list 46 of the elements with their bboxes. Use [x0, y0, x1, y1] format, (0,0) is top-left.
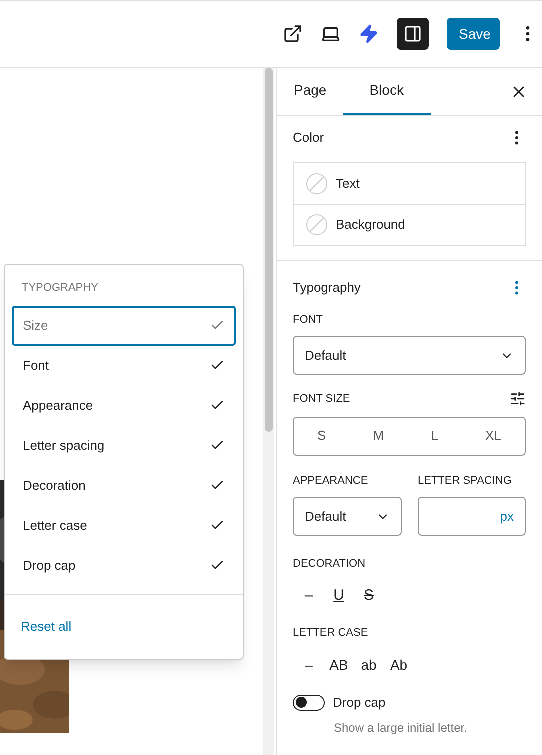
letter-spacing-field[interactable]: px — [418, 497, 526, 536]
no-color-swatch-icon — [306, 172, 328, 194]
lightning-icon[interactable] — [359, 24, 379, 44]
letter-case-option[interactable]: ab — [355, 651, 383, 679]
no-color-swatch-icon — [306, 214, 328, 236]
sidebar-tab[interactable]: Block — [342, 68, 431, 115]
menu-heading: TYPOGRAPHY — [22, 281, 100, 296]
sidebar-tab[interactable]: Page — [278, 68, 343, 115]
field-label: FONT — [293, 312, 324, 328]
color-option[interactable]: Background — [294, 204, 525, 245]
preset-button[interactable]: S — [318, 426, 326, 446]
help-text: Show a large initial letter. — [334, 720, 468, 736]
letter-case-option[interactable]: – — [295, 651, 323, 679]
sidebar-toggle-button[interactable] — [397, 18, 429, 50]
decoration-option[interactable]: U — [325, 582, 353, 610]
external-link-icon[interactable] — [283, 24, 303, 44]
save-button[interactable]: Save — [447, 18, 500, 50]
menu-item[interactable]: Decoration — [12, 466, 236, 506]
menu-item[interactable]: Font — [12, 346, 236, 386]
field-label: LETTER SPACING — [418, 474, 513, 488]
custom-size-icon[interactable] — [510, 391, 526, 408]
appearance-select[interactable]: Default — [293, 497, 402, 536]
reset-all-link[interactable]: Reset all — [21, 616, 72, 636]
decoration-option[interactable]: S — [355, 582, 383, 610]
font-select[interactable]: Default — [293, 336, 526, 375]
preset-button[interactable]: XL — [486, 426, 502, 446]
color-option[interactable]: Text — [294, 163, 525, 204]
field-label: DECORATION — [293, 557, 367, 572]
field-label: FONT SIZE — [293, 392, 350, 407]
menu-item[interactable]: Letter spacing — [12, 426, 236, 466]
letter-case-option[interactable]: Ab — [385, 651, 413, 679]
letter-case-option[interactable]: AB — [325, 651, 353, 679]
menu-item[interactable]: Drop cap — [12, 546, 236, 586]
scrollbar-thumb[interactable] — [264, 68, 272, 432]
menu-item[interactable]: Appearance — [12, 386, 236, 426]
preset-button[interactable]: L — [431, 426, 438, 446]
field-label: APPEARANCE — [293, 474, 370, 488]
toggle-switch[interactable] — [293, 694, 325, 711]
section-title: Typography — [293, 279, 361, 297]
toggle-label: Drop cap — [333, 694, 386, 712]
menu-item[interactable]: Letter case — [12, 506, 236, 546]
decoration-option[interactable]: – — [295, 582, 323, 610]
preset-button[interactable]: M — [373, 426, 384, 446]
field-label: LETTER CASE — [293, 626, 370, 640]
sidebar-panel-icon — [404, 25, 422, 43]
section-title: Color — [293, 129, 324, 148]
